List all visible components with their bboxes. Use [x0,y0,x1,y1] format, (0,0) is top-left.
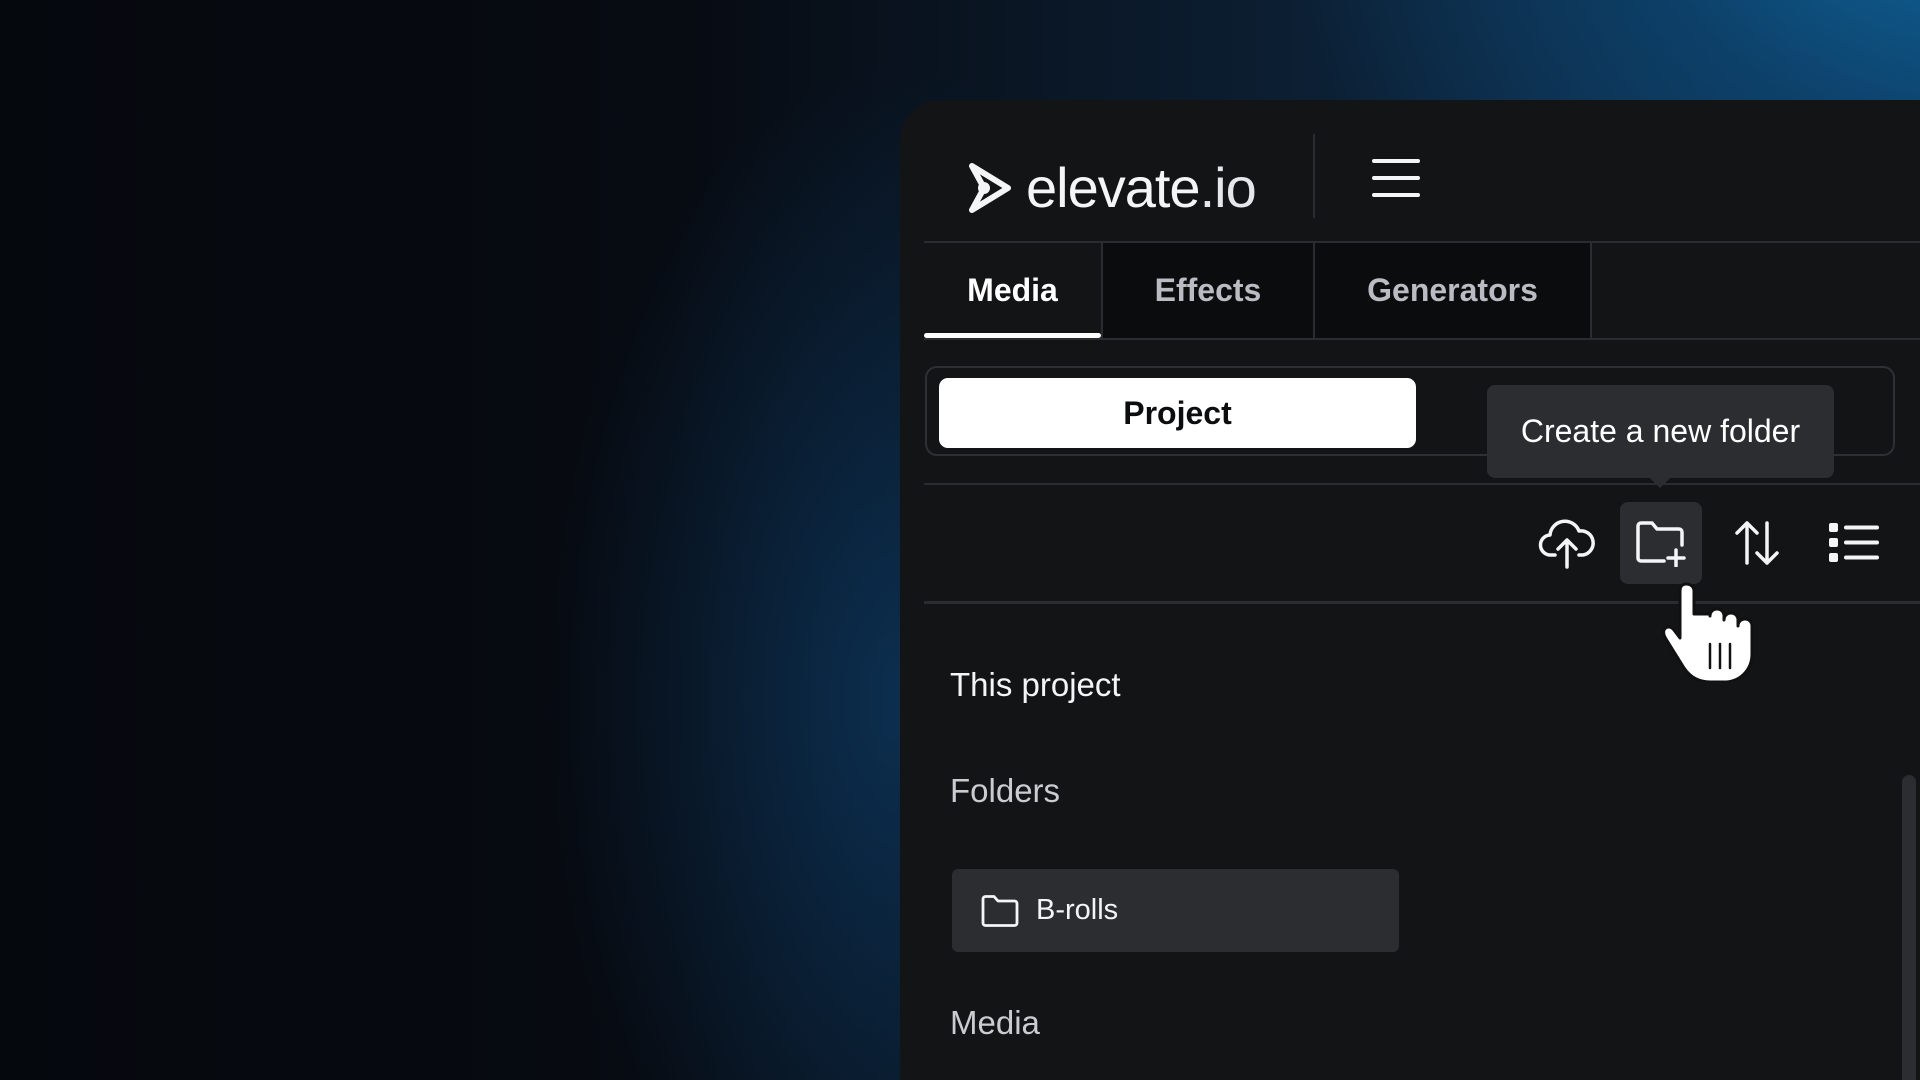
menu-button[interactable] [1366,152,1426,204]
tab-effects[interactable]: Effects [1103,243,1315,338]
brand-logo[interactable]: elevate.io [966,150,1257,226]
sort-button[interactable] [1716,502,1798,584]
folder-item[interactable]: B-rolls [952,869,1399,952]
tab-generators[interactable]: Generators [1315,243,1592,338]
tab-media[interactable]: Media [924,243,1103,338]
new-folder-icon [1636,521,1686,567]
brand-name: elevate.io [1026,156,1257,219]
upload-button[interactable] [1526,502,1608,584]
new-folder-button[interactable] [1620,502,1702,584]
hand-pointer-cursor [1662,582,1754,682]
cloud-upload-icon [1538,519,1595,569]
sort-icon [1735,521,1779,565]
hamburger-menu-icon [1372,159,1420,197]
folder-icon [980,894,1020,928]
folder-name: B-rolls [1036,894,1119,926]
scrollbar[interactable] [1902,775,1916,1080]
media-panel: elevate.io Media Effects Generators Proj… [900,100,1920,1080]
media-toolbar [900,502,1920,584]
new-folder-tooltip: Create a new folder [1487,385,1834,488]
tab-bar: Media Effects Generators [924,243,1920,338]
scope-project-button[interactable]: Project [939,378,1416,448]
list-view-icon [1829,523,1879,562]
toolbar-separator [924,601,1920,604]
folders-heading: Folders [950,772,1061,809]
list-view-button[interactable] [1813,502,1895,584]
media-heading: Media [950,1004,1040,1041]
tabs-separator [924,338,1920,340]
header-divider [1313,134,1315,218]
scope-separator [924,483,1920,485]
elevate-logo-icon [969,163,1011,213]
section-title: This project [950,666,1121,703]
